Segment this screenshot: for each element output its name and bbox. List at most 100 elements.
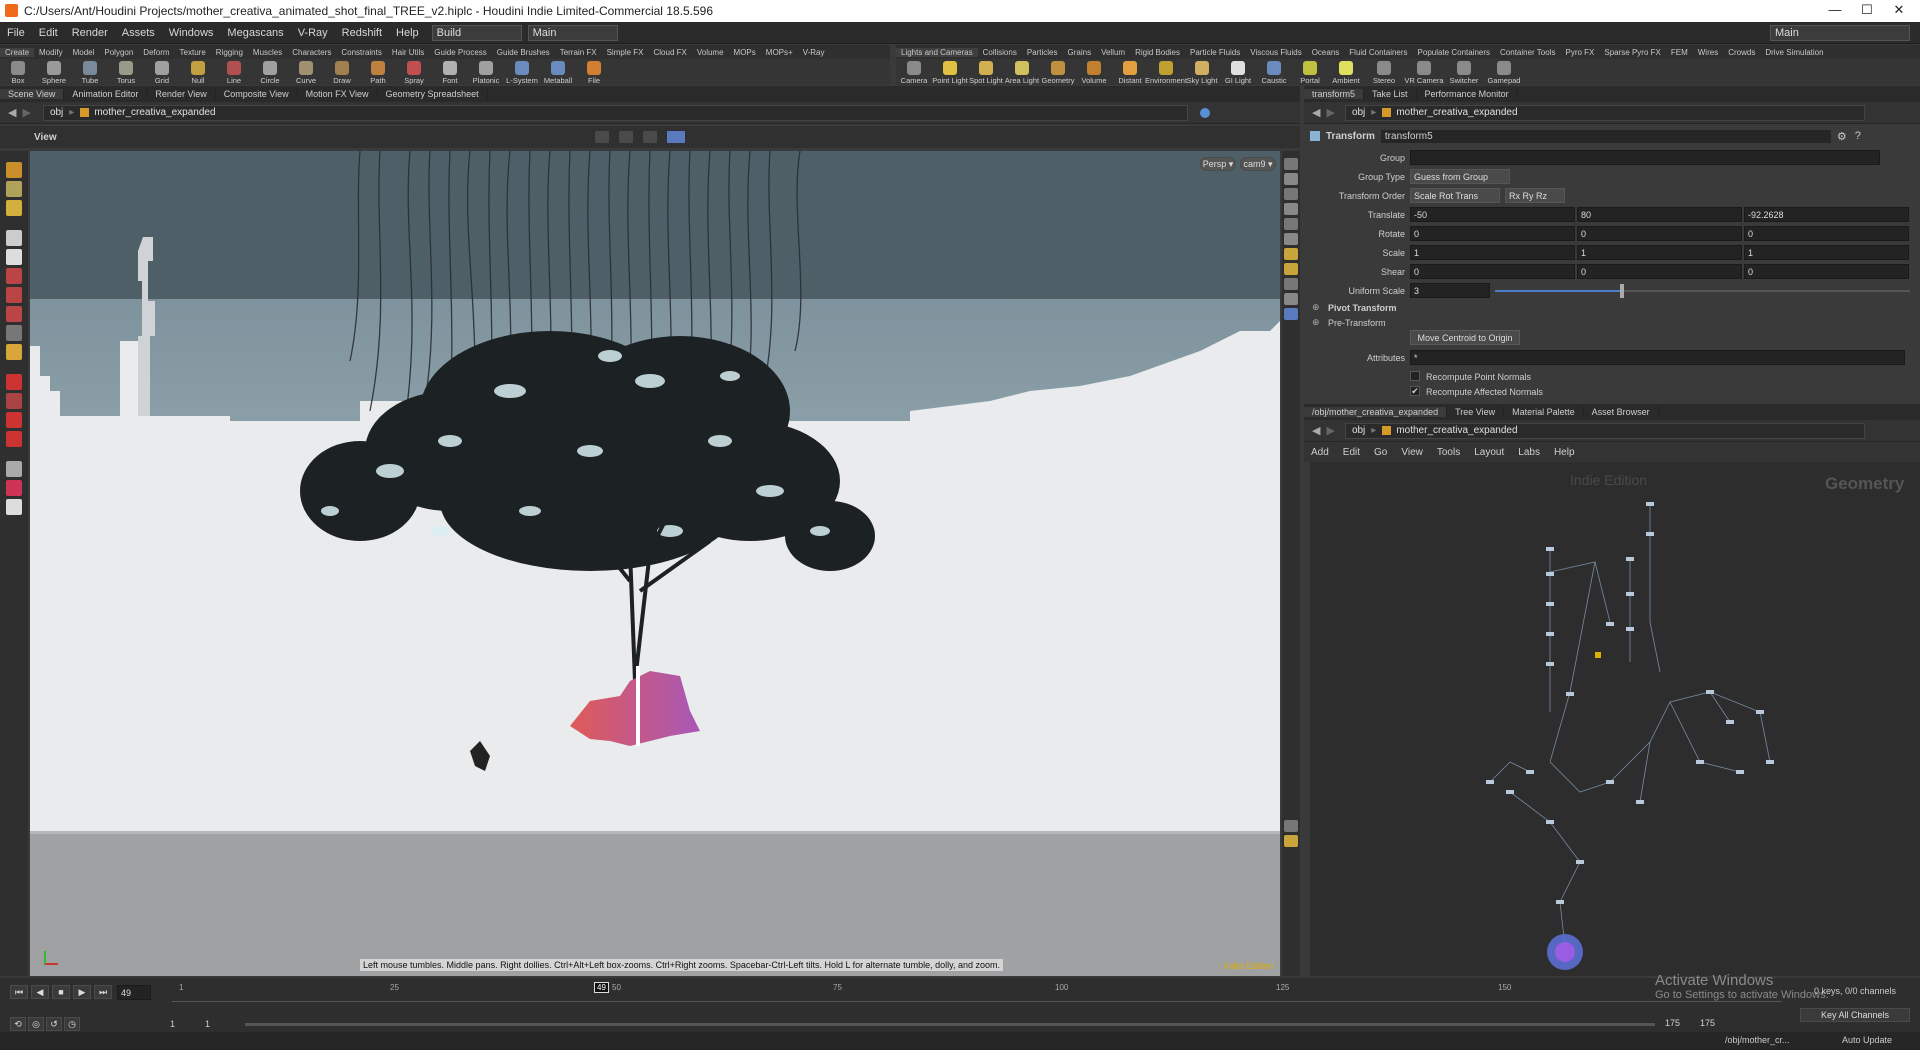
shelf-tool-camera[interactable]: Camera bbox=[896, 61, 932, 85]
frame-ruler[interactable]: 1 25 50 75 100 125 150 49 bbox=[172, 982, 1782, 1002]
menu-file[interactable]: File bbox=[0, 27, 32, 39]
shelf-tool-tube[interactable]: Tube bbox=[72, 61, 108, 85]
wire-icon[interactable] bbox=[1284, 203, 1298, 215]
tab-guide-brushes[interactable]: Guide Brushes bbox=[492, 48, 555, 57]
tab-render-view[interactable]: Render View bbox=[147, 89, 216, 99]
tab-material-palette[interactable]: Material Palette bbox=[1504, 407, 1584, 417]
play-button[interactable]: ▶ bbox=[73, 985, 91, 999]
network-menu-help[interactable]: Help bbox=[1547, 447, 1582, 458]
rotate-icon[interactable] bbox=[6, 306, 22, 322]
network-editor[interactable]: Indie Edition Geometry bbox=[1310, 462, 1920, 976]
pretransform-expand-icon[interactable]: ⊕ bbox=[1312, 317, 1320, 328]
key-all-channels-button[interactable]: Key All Channels bbox=[1800, 1008, 1910, 1022]
tab-guide-process[interactable]: Guide Process bbox=[429, 48, 491, 57]
tab-transform5[interactable]: transform5 bbox=[1304, 89, 1365, 99]
param-path-node[interactable]: mother_creativa_expanded bbox=[1396, 107, 1517, 118]
tab-fluid-containers[interactable]: Fluid Containers bbox=[1344, 48, 1412, 57]
tab-take-list[interactable]: Take List bbox=[1364, 89, 1417, 99]
gear-icon[interactable]: ⚙ bbox=[1837, 130, 1847, 143]
param-forward-icon[interactable]: ▶ bbox=[1326, 106, 1334, 119]
points-icon[interactable] bbox=[1284, 278, 1298, 290]
pivot-expand-icon[interactable]: ⊕ bbox=[1312, 302, 1320, 313]
handle-icon[interactable] bbox=[6, 200, 22, 216]
tab-container-tools[interactable]: Container Tools bbox=[1495, 48, 1560, 57]
range-end-2[interactable]: 175 bbox=[1700, 1018, 1715, 1028]
net-path-node[interactable]: mother_creativa_expanded bbox=[1396, 425, 1517, 436]
display-icon[interactable] bbox=[6, 461, 22, 477]
shelf-tool-gamepad-camera[interactable]: Gamepad Camera bbox=[1484, 61, 1524, 85]
tab-create[interactable]: Create bbox=[0, 47, 35, 57]
tab-muscles[interactable]: Muscles bbox=[248, 48, 287, 57]
shade-icon[interactable] bbox=[1284, 218, 1298, 230]
menu-windows[interactable]: Windows bbox=[162, 27, 221, 39]
shelf-tool-vr-camera[interactable]: VR Camera bbox=[1404, 61, 1444, 85]
range-start[interactable]: 1 bbox=[170, 1019, 175, 1029]
pin-icon[interactable] bbox=[1199, 107, 1210, 118]
brush-icon[interactable] bbox=[6, 344, 22, 360]
scene-view-path[interactable]: obj ▸ mother_creativa_expanded bbox=[42, 104, 1188, 121]
back-arrow-icon[interactable]: ◀ bbox=[8, 106, 16, 119]
network-menu-labs[interactable]: Labs bbox=[1511, 447, 1547, 458]
shelf-tool-portal-light[interactable]: Portal Light bbox=[1292, 61, 1328, 85]
shelf-tool-caustic-light[interactable]: Caustic Light bbox=[1256, 61, 1292, 85]
tab-model[interactable]: Model bbox=[68, 48, 100, 57]
scale-icon[interactable] bbox=[6, 325, 22, 341]
tab-vellum[interactable]: Vellum bbox=[1096, 48, 1130, 57]
param-path[interactable]: obj ▸ mother_creativa_expanded bbox=[1344, 104, 1865, 121]
jump-start-button[interactable]: ⏮ bbox=[10, 985, 28, 999]
tab-particles[interactable]: Particles bbox=[1022, 48, 1063, 57]
param-back-icon[interactable]: ◀ bbox=[1312, 106, 1320, 119]
tab-v-ray[interactable]: V-Ray bbox=[798, 48, 830, 57]
shear-x[interactable]: 0 bbox=[1410, 264, 1575, 279]
shelf-tool-distant-light[interactable]: Distant Light bbox=[1112, 61, 1148, 85]
shelf-tool-grid[interactable]: Grid bbox=[144, 61, 180, 85]
group-type-select[interactable]: Guess from Group bbox=[1410, 169, 1510, 184]
scale-z[interactable]: 1 bbox=[1744, 245, 1909, 260]
tab-volume[interactable]: Volume bbox=[692, 48, 729, 57]
shelf-tool-l-system[interactable]: L-System bbox=[504, 61, 540, 85]
tab-modify[interactable]: Modify bbox=[34, 48, 68, 57]
rotation-order-select[interactable]: Rx Ry Rz bbox=[1505, 188, 1565, 203]
shelf-tool-spot-light[interactable]: Spot Light bbox=[968, 61, 1004, 85]
magnet-icon[interactable] bbox=[6, 374, 22, 390]
red-tool-icon[interactable] bbox=[6, 268, 22, 284]
network-menu-edit[interactable]: Edit bbox=[1336, 447, 1367, 458]
attributes-field[interactable]: * bbox=[1410, 350, 1905, 365]
tab-texture[interactable]: Texture bbox=[175, 48, 211, 57]
tab-asset-browser[interactable]: Asset Browser bbox=[1584, 407, 1659, 417]
lock-camera-icon[interactable] bbox=[1284, 173, 1298, 185]
network-menu-tools[interactable]: Tools bbox=[1430, 447, 1467, 458]
tab-terrain-fx[interactable]: Terrain FX bbox=[555, 48, 602, 57]
clock-icon[interactable]: ◷ bbox=[64, 1017, 80, 1031]
tab-rigid-bodies[interactable]: Rigid Bodies bbox=[1130, 48, 1185, 57]
maximize-button[interactable]: ☐ bbox=[1852, 2, 1882, 18]
menu-assets[interactable]: Assets bbox=[115, 27, 162, 39]
tab-lights-and-cameras[interactable]: Lights and Cameras bbox=[896, 47, 978, 57]
shelf-tool-draw-curve[interactable]: Draw Curve bbox=[324, 61, 360, 85]
current-frame-field[interactable]: 49 bbox=[117, 984, 151, 1000]
shelf-tool-ambient-light[interactable]: Ambient Light bbox=[1328, 61, 1364, 85]
shelf-tool-sky-light[interactable]: Sky Light bbox=[1184, 61, 1220, 85]
rotate-y[interactable]: 0 bbox=[1577, 226, 1742, 241]
tab-mops[interactable]: MOPs bbox=[729, 48, 761, 57]
param-pretransform[interactable]: ⊕ Pre-Transform bbox=[1310, 315, 1910, 331]
range-end[interactable]: 175 bbox=[1665, 1018, 1680, 1028]
tab-constraints[interactable]: Constraints bbox=[336, 48, 386, 57]
tab-characters[interactable]: Characters bbox=[287, 48, 336, 57]
shelf-tool-null[interactable]: Null bbox=[180, 61, 216, 85]
viewport-3d[interactable]: Persp ▾ cam9 ▾ Left mouse tumbles. Middl… bbox=[30, 151, 1280, 976]
tab-cloud-fx[interactable]: Cloud FX bbox=[649, 48, 692, 57]
tab-fem[interactable]: FEM bbox=[1666, 48, 1693, 57]
translate-z[interactable]: -92.2628 bbox=[1744, 207, 1909, 222]
jump-end-button[interactable]: ⏭ bbox=[94, 985, 112, 999]
shelf-tool-switcher[interactable]: Switcher bbox=[1444, 61, 1484, 85]
group-field[interactable] bbox=[1410, 150, 1880, 165]
help-icon[interactable]: ? bbox=[1855, 130, 1861, 142]
translate-y[interactable]: 80 bbox=[1577, 207, 1742, 222]
display-options-icon[interactable] bbox=[1284, 158, 1298, 170]
snap-red-icon[interactable] bbox=[6, 412, 22, 428]
scale-x[interactable]: 1 bbox=[1410, 245, 1575, 260]
shelf-tool-box[interactable]: Box bbox=[0, 61, 36, 85]
tab-polygon[interactable]: Polygon bbox=[99, 48, 138, 57]
shelf-tool-line[interactable]: Line bbox=[216, 61, 252, 85]
